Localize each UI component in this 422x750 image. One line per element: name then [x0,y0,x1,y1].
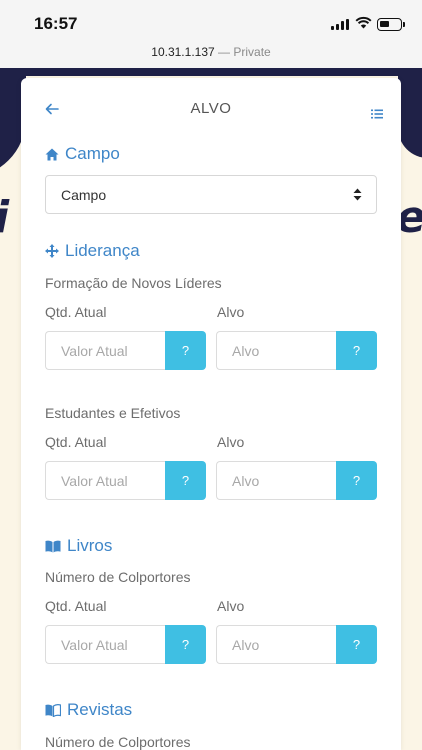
current-value-input-group: ? [45,331,206,370]
target-input[interactable] [216,625,336,664]
private-mode-label: Private [233,45,271,59]
section-revistas-heading: Revistas [45,700,132,720]
url-text: 10.31.1.137 [151,45,215,59]
help-button[interactable]: ? [336,461,377,500]
background-shape-top [0,68,422,76]
help-button[interactable]: ? [165,625,206,664]
current-value-input-group: ? [45,625,206,664]
open-book-icon [45,540,61,552]
group-title: Estudantes e Efetivos [45,405,181,421]
current-qty-label: Qtd. Atual [45,434,107,450]
current-value-input[interactable] [45,625,165,664]
sort-arrows-icon [353,188,362,201]
current-value-input[interactable] [45,331,165,370]
help-button[interactable]: ? [165,331,206,370]
group-title: Número de Colportores [45,569,191,585]
help-button[interactable]: ? [336,331,377,370]
home-icon [45,148,59,160]
background-shape-right [398,68,422,158]
current-value-input[interactable] [45,461,165,500]
background-text-left: i [0,192,9,243]
section-lideranca-title: Liderança [65,241,140,260]
url-bar[interactable]: 10.31.1.137 — Private [0,44,422,68]
section-livros-title: Livros [67,536,113,555]
campo-select[interactable]: Campo [45,175,377,214]
menu-button[interactable] [371,106,383,124]
group-title: Número de Colportores [45,734,191,750]
target-label: Alvo [217,598,245,614]
target-input-group: ? [216,625,377,664]
section-lideranca-heading: Liderança [45,241,140,261]
group-title: Formação de Novos Líderes [45,275,222,291]
target-input-group: ? [216,331,377,370]
target-input[interactable] [216,461,336,500]
status-time: 16:57 [34,14,78,33]
target-input[interactable] [216,331,336,370]
wifi-icon [355,16,372,29]
target-label: Alvo [217,434,245,450]
battery-tip [403,22,405,27]
move-arrows-icon [45,244,59,258]
target-label: Alvo [217,304,245,320]
battery-icon [377,18,402,31]
help-button[interactable]: ? [336,625,377,664]
form-card: ALVO Campo Campo Liderança Formação de N… [21,78,401,750]
current-qty-label: Qtd. Atual [45,304,107,320]
status-bar: 16:57 [0,0,422,44]
list-icon [371,109,383,119]
current-value-input-group: ? [45,461,206,500]
current-qty-label: Qtd. Atual [45,598,107,614]
signal-icon [331,19,349,30]
section-revistas-title: Revistas [67,700,133,719]
book-icon [45,703,61,717]
campo-select-value: Campo [61,187,107,203]
section-livros-heading: Livros [45,536,112,556]
target-input-group: ? [216,461,377,500]
page-title: ALVO [190,100,232,117]
url-separator: — [214,45,234,59]
help-button[interactable]: ? [165,461,206,500]
section-campo-heading: Campo [45,144,120,164]
section-campo-title: Campo [65,144,120,163]
